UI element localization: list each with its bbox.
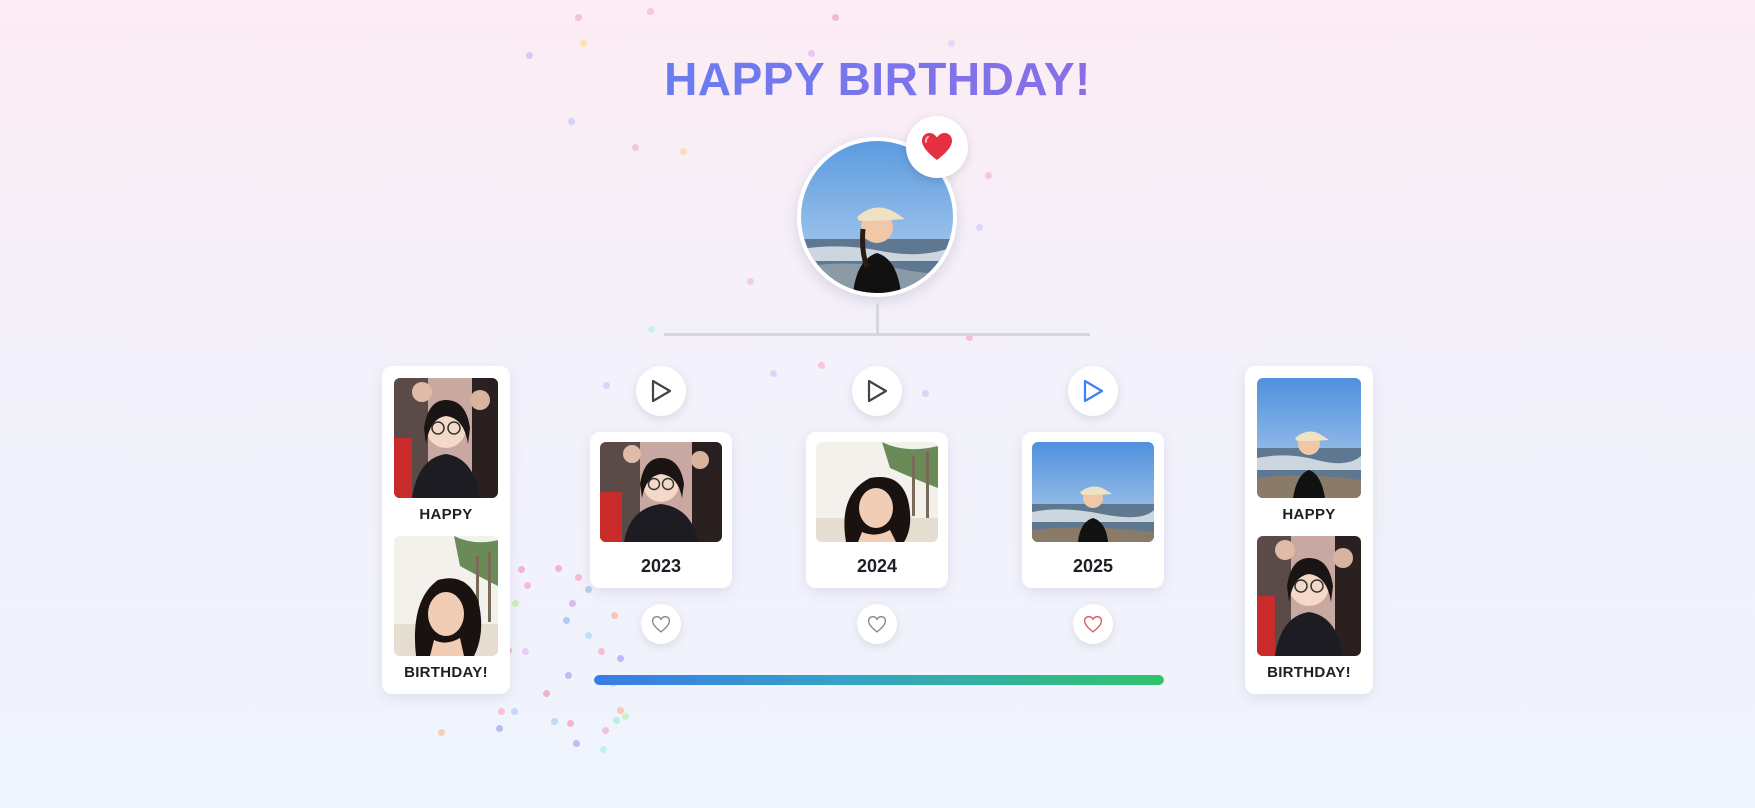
confetti-dot [832,14,839,21]
confetti-dot [563,617,570,624]
confetti-dot [680,148,687,155]
confetti-dot [569,600,576,607]
confetti-dot [770,370,777,377]
strip-caption: BIRTHDAY! [1267,664,1351,681]
year-label: 2023 [640,556,682,576]
right-photo-strip[interactable]: HAPPY BIRTHDAY! [1245,366,1373,694]
heart-outline-icon [652,615,670,633]
confetti-dot [438,729,445,736]
confetti-dot [600,746,607,753]
confetti-dot [585,632,592,639]
strip-caption: BIRTHDAY! [404,664,488,681]
confetti-dot [598,648,605,655]
year-photo-2025 [1032,442,1154,542]
strip-photo-group [394,378,498,498]
play-button-2025[interactable] [1068,366,1118,416]
confetti-dot [622,713,629,720]
page-title: HAPPY BIRTHDAY! [0,52,1755,106]
confetti-dot [747,278,754,285]
timeline-progress-bar[interactable] [594,675,1164,685]
confetti-dot [551,718,558,725]
strip-photo-group [1257,536,1361,656]
confetti-dot [922,390,929,397]
confetti-dot [647,8,654,15]
heart-outline-icon [868,615,886,633]
like-button-2023[interactable] [641,604,681,644]
year-card-2023[interactable]: 2023 [590,432,732,588]
heart-outline-icon [1084,615,1102,633]
strip-photo-beach [394,536,498,656]
confetti-dot [818,362,825,369]
confetti-dot [575,14,582,21]
play-icon [1083,379,1104,403]
play-icon [651,379,672,403]
confetti-dot [603,382,610,389]
year-photo-2023 [600,442,722,542]
confetti-dot [498,708,505,715]
progress-fill [594,675,1164,685]
confetti-dot [611,612,618,619]
year-label: 2024 [856,556,898,576]
page-title-text: HAPPY BIRTHDAY! [664,53,1091,105]
year-card-2025[interactable]: 2025 [1022,432,1164,588]
tree-connector-vertical [876,303,879,335]
confetti-dot [522,648,529,655]
confetti-dot [555,565,562,572]
strip-photo-sea [1257,378,1361,498]
year-label: 2025 [1072,556,1114,576]
year-photo-2024 [816,442,938,542]
play-button-2023[interactable] [636,366,686,416]
confetti-dot [567,720,574,727]
confetti-dot [613,717,620,724]
confetti-dot [948,40,955,47]
confetti-dot [568,118,575,125]
confetti-dot [617,655,624,662]
confetti-dot [512,600,519,607]
left-photo-strip[interactable]: HAPPY BIRTHDAY! [382,366,510,694]
play-icon [867,379,888,403]
tree-connector-horizontal [664,333,1090,336]
confetti-dot [575,574,582,581]
year-card-2024[interactable]: 2024 [806,432,948,588]
heart-icon [922,133,952,160]
like-button-2024[interactable] [857,604,897,644]
confetti-dot [496,725,503,732]
confetti-dot [511,708,518,715]
confetti-dot [543,690,550,697]
confetti-dot [985,172,992,179]
confetti-dot [524,582,531,589]
confetti-dot [632,144,639,151]
confetti-dot [518,566,525,573]
play-button-2024[interactable] [852,366,902,416]
strip-caption: HAPPY [419,506,473,523]
confetti-dot [565,672,572,679]
confetti-dot [573,740,580,747]
strip-caption: HAPPY [1282,506,1336,523]
confetti-dot [580,40,587,47]
confetti-dot [602,727,609,734]
confetti-dot [585,586,592,593]
like-button-2025[interactable] [1073,604,1113,644]
favorite-badge[interactable] [906,116,968,178]
confetti-dot [648,326,655,333]
confetti-dot [976,224,983,231]
